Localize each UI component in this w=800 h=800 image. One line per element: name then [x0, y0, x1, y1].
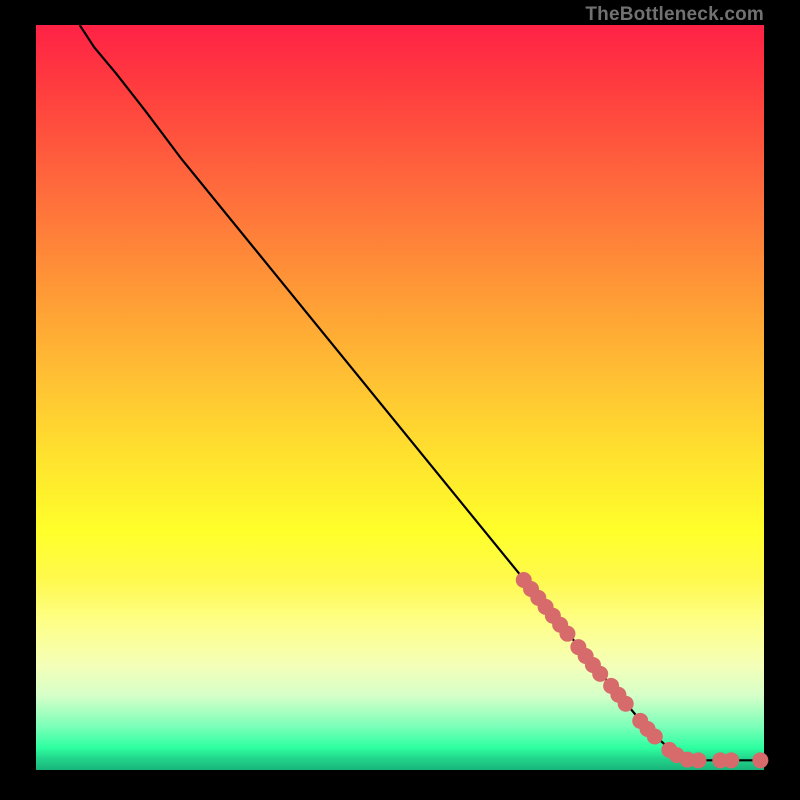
data-dot [647, 728, 663, 744]
attribution-label: TheBottleneck.com [585, 4, 764, 26]
data-dot [559, 626, 575, 642]
data-dot [592, 666, 608, 682]
chart-overlay [36, 25, 764, 770]
data-dot [752, 752, 768, 768]
data-dots [516, 572, 769, 768]
curve-line [80, 25, 764, 760]
data-dot [690, 752, 706, 768]
attribution-text: TheBottleneck.com [585, 4, 764, 25]
data-dot [618, 696, 634, 712]
chart-container: TheBottleneck.com [0, 0, 800, 800]
data-dot [723, 752, 739, 768]
